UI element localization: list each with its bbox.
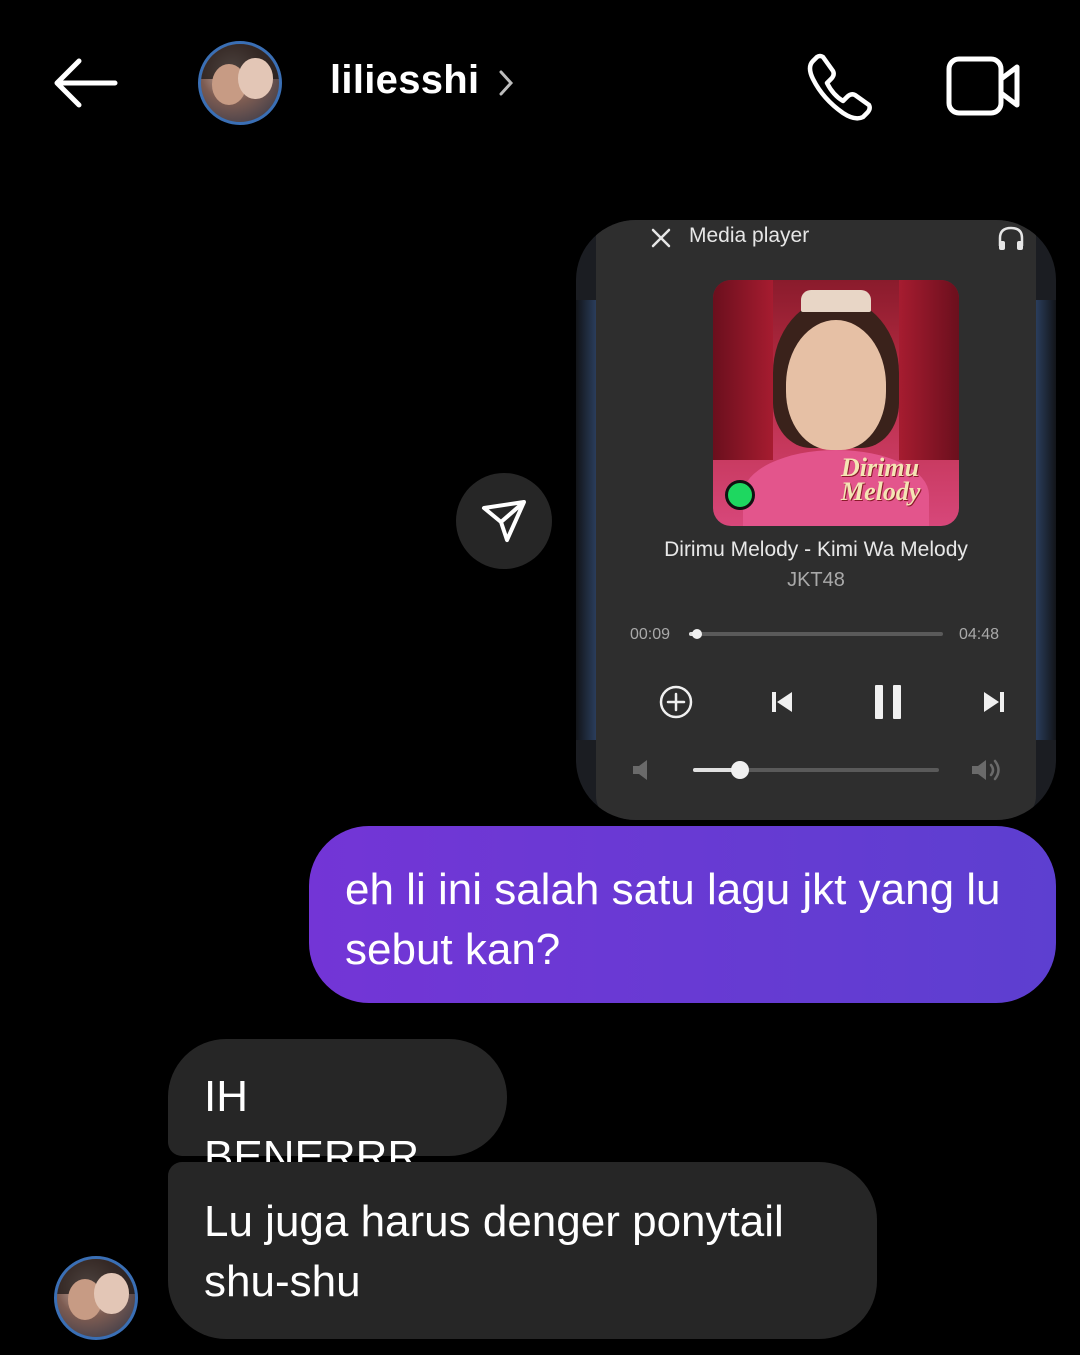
next-button[interactable] [974, 682, 1014, 722]
previous-icon [772, 692, 792, 712]
pause-button[interactable] [868, 682, 908, 722]
add-icon [659, 685, 693, 719]
share-button[interactable] [456, 473, 552, 569]
video-call-button[interactable] [940, 46, 1026, 126]
add-button[interactable] [656, 682, 696, 722]
chat-header: liliesshi [0, 0, 1080, 170]
volume-high-icon[interactable] [969, 756, 1005, 784]
spotify-icon [725, 480, 755, 510]
message-received[interactable]: Lu juga harus denger ponytail shu-shu [168, 1162, 877, 1339]
volume-slider[interactable] [693, 761, 939, 779]
volume-handle[interactable] [730, 761, 749, 779]
sender-avatar[interactable] [54, 1256, 138, 1340]
current-time: 00:09 [630, 626, 671, 643]
arrow-left-icon [54, 58, 118, 108]
media-player-card[interactable]: Media player Dirimu Melody Dirimu Melody… [576, 220, 1056, 820]
song-artist: JKT48 [787, 569, 845, 591]
close-icon[interactable] [648, 225, 674, 251]
headphones-icon[interactable] [996, 224, 1026, 252]
message-sent[interactable]: eh li ini salah satu lagu jkt yang lu se… [309, 826, 1056, 1003]
pause-icon [875, 685, 901, 719]
send-icon [482, 500, 526, 542]
previous-button[interactable] [762, 682, 802, 722]
voice-call-button[interactable] [800, 46, 880, 126]
song-title: Dirimu Melody - Kimi Wa Melody [664, 538, 968, 561]
duration: 04:48 [959, 626, 1000, 643]
username[interactable]: liliesshi [330, 58, 479, 103]
album-art[interactable]: Dirimu Melody [713, 280, 959, 526]
message-received[interactable]: IH BENERRR [168, 1039, 507, 1181]
back-button[interactable] [44, 50, 124, 116]
video-camera-icon [946, 56, 1020, 116]
progress-handle[interactable] [691, 629, 702, 639]
chevron-right-icon[interactable] [496, 68, 516, 98]
volume-low-icon[interactable] [630, 758, 658, 782]
next-icon [984, 692, 1004, 712]
media-player-title: Media player [689, 224, 810, 247]
avatar[interactable] [198, 41, 282, 125]
progress-bar[interactable] [689, 629, 943, 639]
phone-icon [807, 53, 872, 121]
album-art-text: Dirimu Melody [841, 453, 921, 506]
